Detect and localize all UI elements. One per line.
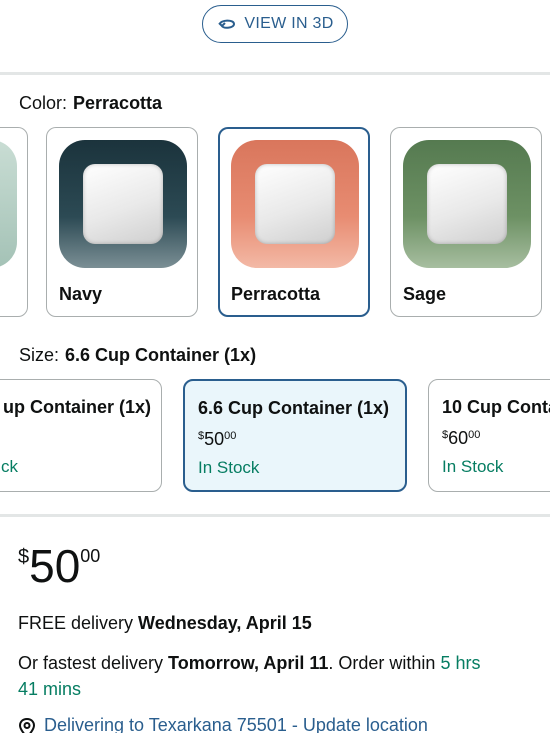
- divider: [0, 514, 550, 517]
- size-option-price: $6000: [442, 428, 481, 448]
- order-countdown-mins: 41 mins: [18, 679, 82, 699]
- swatch-image: [403, 140, 531, 268]
- color-swatch-partial[interactable]: [0, 127, 28, 317]
- color-label: Color:: [19, 93, 68, 113]
- product-price: $ 50 00: [18, 540, 100, 592]
- selected-size-name: 6.6 Cup Container (1x): [65, 345, 257, 365]
- swatch-label: Perracotta: [231, 284, 321, 304]
- free-delivery-text: FREE delivery Wednesday, April 15: [18, 613, 312, 633]
- swatch-label: Sage: [403, 284, 447, 304]
- size-option-10-cup[interactable]: 10 Cup Conta $6000 In Stock: [428, 379, 550, 492]
- color-swatch-navy[interactable]: Navy: [46, 127, 198, 317]
- size-label-row: Size: 6.6 Cup Container (1x): [19, 345, 256, 366]
- swatch-image: [59, 140, 187, 268]
- view-in-3d-button[interactable]: VIEW IN 3D: [202, 5, 348, 43]
- price-currency: $: [18, 546, 30, 568]
- size-option-price: $5000: [198, 429, 237, 449]
- size-option-partial[interactable]: up Container (1x) ck: [0, 379, 162, 492]
- color-swatch-sage[interactable]: Sage: [390, 127, 542, 317]
- delivery-location-text: Delivering to Texarkana 75501 - Update l…: [44, 715, 428, 733]
- swatch-label: Navy: [59, 284, 103, 304]
- size-option-6-6-cup[interactable]: 6.6 Cup Container (1x) $5000 In Stock: [183, 379, 407, 492]
- free-delivery-date: Wednesday, April 15: [138, 613, 312, 633]
- swatch-image: [0, 140, 17, 268]
- order-countdown: 5 hrs: [440, 653, 481, 673]
- color-swatch-perracotta[interactable]: Perracotta: [218, 127, 370, 317]
- size-option-title: 6.6 Cup Container (1x): [198, 398, 390, 418]
- size-option-title: up Container (1x): [3, 397, 152, 417]
- rotate-3d-icon: [218, 19, 236, 29]
- delivery-location-link[interactable]: Delivering to Texarkana 75501 - Update l…: [18, 715, 428, 733]
- selected-color-name: Perracotta: [73, 93, 163, 113]
- swatch-image: [231, 140, 359, 268]
- size-option-title: 10 Cup Conta: [442, 397, 550, 417]
- size-label: Size:: [19, 345, 60, 365]
- fastest-delivery-date: Tomorrow, April 11: [168, 653, 329, 673]
- fastest-delivery-text: Or fastest delivery Tomorrow, April 11. …: [18, 653, 481, 699]
- view-in-3d-label: VIEW IN 3D: [244, 15, 334, 32]
- stock-status: In Stock: [442, 457, 504, 476]
- stock-status: ck: [1, 457, 18, 476]
- price-fraction: 00: [80, 546, 101, 566]
- price-whole: 50: [29, 540, 81, 592]
- divider: [0, 72, 550, 75]
- color-label-row: Color: Perracotta: [19, 93, 162, 114]
- location-pin-icon: [18, 718, 36, 733]
- stock-status: In Stock: [198, 458, 260, 477]
